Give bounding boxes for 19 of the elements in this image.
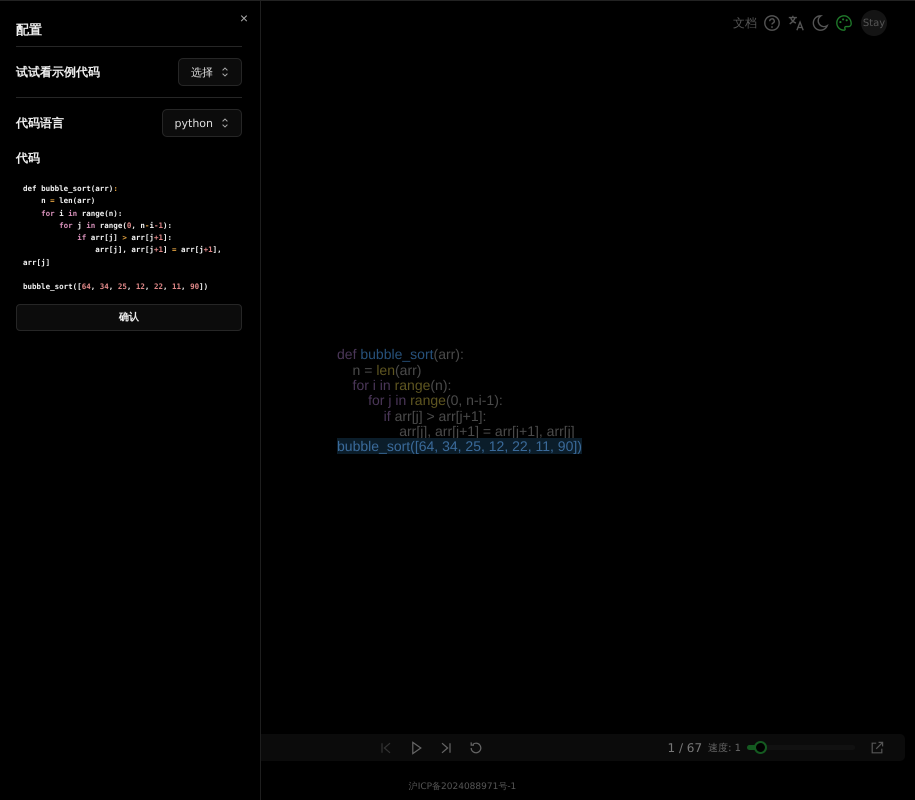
confirm-button[interactable]: 确认 bbox=[16, 304, 242, 331]
panel-title: 配置 bbox=[16, 22, 42, 38]
language-label: 代码语言 bbox=[16, 114, 64, 132]
chevron-icon bbox=[221, 67, 229, 77]
code-label: 代码 bbox=[16, 150, 41, 167]
slider-thumb[interactable] bbox=[754, 741, 767, 754]
chevron-icon bbox=[221, 118, 229, 128]
example-label: 试试看示例代码 bbox=[16, 64, 100, 80]
example-select[interactable]: 选择 bbox=[178, 58, 242, 86]
translate-icon[interactable] bbox=[787, 14, 805, 32]
moon-icon[interactable] bbox=[811, 14, 829, 32]
palette-icon[interactable] bbox=[835, 14, 853, 32]
help-icon[interactable] bbox=[763, 14, 781, 32]
reset-icon[interactable] bbox=[468, 740, 484, 756]
close-button[interactable]: × bbox=[240, 10, 248, 26]
speed-label: 速度: 1 bbox=[708, 742, 741, 754]
external-link-icon[interactable] bbox=[869, 740, 885, 756]
step-counter: 1 / 67 bbox=[668, 740, 702, 754]
language-select[interactable]: python bbox=[162, 109, 242, 137]
